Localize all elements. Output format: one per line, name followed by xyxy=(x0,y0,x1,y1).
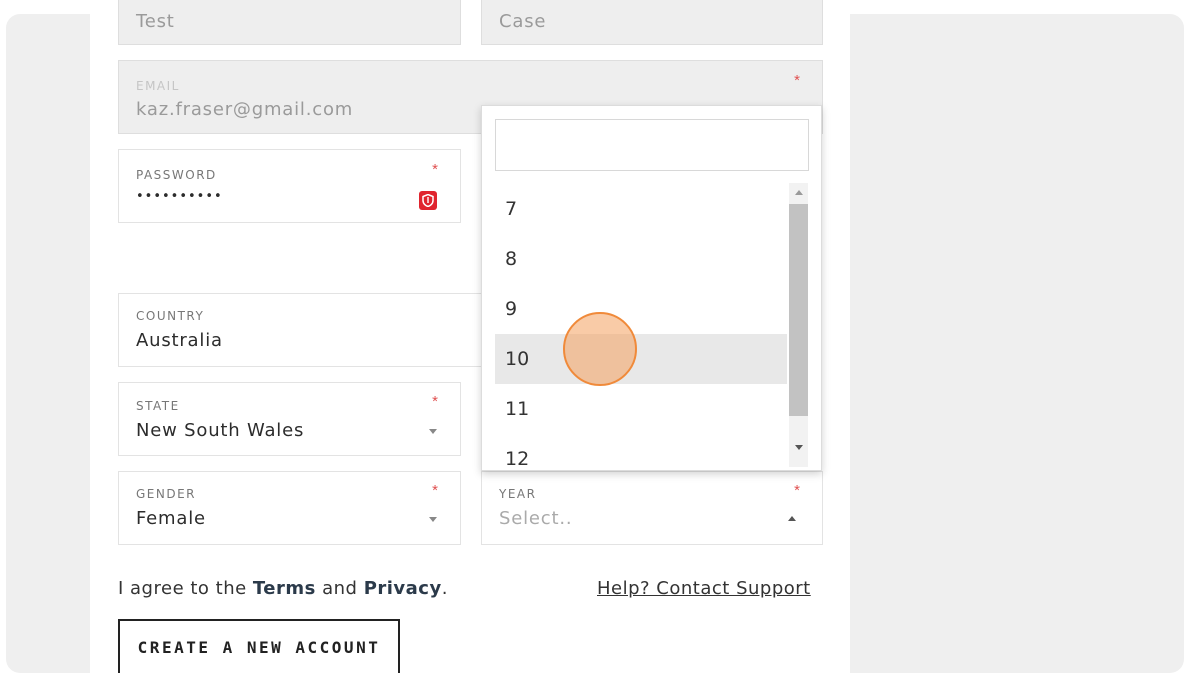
scrollbar-thumb[interactable] xyxy=(789,204,808,416)
password-field[interactable]: PASSWORD •••••••••• * xyxy=(118,149,461,223)
gender-select[interactable]: GENDER Female * xyxy=(118,471,461,545)
chevron-down-icon xyxy=(429,429,437,434)
required-marker: * xyxy=(432,482,438,499)
dropdown-option[interactable]: 7 xyxy=(495,184,787,234)
required-marker: * xyxy=(794,72,800,89)
gender-value: Female xyxy=(136,508,206,529)
dropdown-options-list: 7 8 9 10 11 12 xyxy=(495,181,787,470)
last-name-value: Case xyxy=(499,11,547,32)
agree-and: and xyxy=(315,578,364,599)
required-marker: * xyxy=(432,393,438,410)
first-name-field[interactable]: Test xyxy=(118,0,461,45)
year-dropdown: 7 8 9 10 11 12 xyxy=(481,105,822,471)
year-select[interactable]: YEAR Select.. * xyxy=(481,471,823,545)
first-name-value: Test xyxy=(136,11,175,32)
dropdown-option[interactable]: 9 xyxy=(495,284,787,334)
terms-link[interactable]: Terms xyxy=(253,578,316,599)
chevron-down-icon xyxy=(429,517,437,522)
dropdown-search-input[interactable] xyxy=(495,119,809,171)
email-value: kaz.fraser@gmail.com xyxy=(136,99,354,120)
state-label: STATE xyxy=(136,399,180,413)
password-value: •••••••••• xyxy=(136,189,223,204)
agree-prefix: I agree to the xyxy=(118,578,253,599)
chevron-up-icon xyxy=(788,516,796,521)
click-indicator xyxy=(563,312,637,386)
country-value: Australia xyxy=(136,330,223,351)
privacy-link[interactable]: Privacy xyxy=(364,578,442,599)
password-label: PASSWORD xyxy=(136,168,217,182)
dropdown-option[interactable]: 11 xyxy=(495,384,787,434)
gender-label: GENDER xyxy=(136,487,197,501)
last-name-field[interactable]: Case xyxy=(481,0,823,45)
country-label: COUNTRY xyxy=(136,309,205,323)
dropdown-option[interactable]: 8 xyxy=(495,234,787,284)
year-label: YEAR xyxy=(499,487,537,501)
required-marker: * xyxy=(432,161,438,178)
terms-agreement: I agree to the Terms and Privacy. xyxy=(118,578,448,599)
dropdown-option[interactable]: 10 xyxy=(495,334,787,384)
dropdown-option[interactable]: 12 xyxy=(495,434,787,470)
country-field[interactable]: COUNTRY Australia xyxy=(118,293,518,367)
create-account-button[interactable]: CREATE A NEW ACCOUNT xyxy=(118,619,400,673)
year-placeholder: Select.. xyxy=(499,508,573,529)
scroll-up-icon[interactable] xyxy=(795,190,803,195)
agree-period: . xyxy=(441,578,448,599)
shield-icon[interactable] xyxy=(419,191,437,210)
contact-support-link[interactable]: Help? Contact Support xyxy=(597,578,811,599)
state-select[interactable]: STATE New South Wales * xyxy=(118,382,461,456)
required-marker: * xyxy=(794,482,800,499)
email-label: EMAIL xyxy=(136,79,180,93)
state-value: New South Wales xyxy=(136,420,305,441)
scroll-down-icon[interactable] xyxy=(795,445,803,450)
